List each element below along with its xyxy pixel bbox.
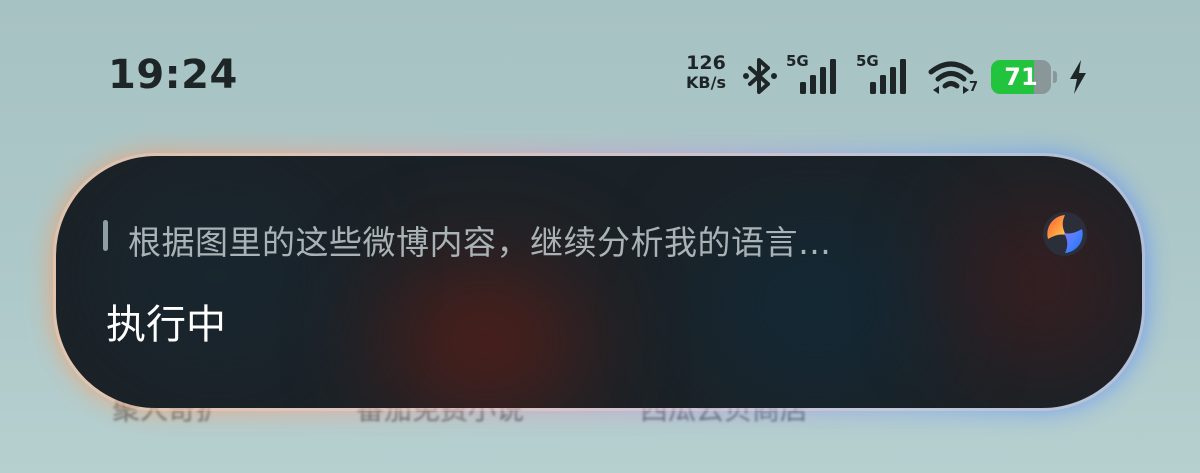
wifi-icon <box>928 61 974 94</box>
card-background-blur <box>386 266 586 408</box>
assistant-query-text[interactable]: 根据图里的这些微博内容，继续分析我的语言… <box>128 216 1018 264</box>
battery-cap <box>1053 71 1057 83</box>
battery-shell: 71 <box>991 60 1051 94</box>
cellular-signal-icon <box>800 59 836 94</box>
battery-percent: 71 <box>1004 63 1038 91</box>
assistant-logo-icon[interactable] <box>1040 209 1090 259</box>
assistant-card[interactable] <box>56 156 1142 408</box>
cellular-signal-icon <box>870 59 906 94</box>
charging-icon <box>1070 60 1086 94</box>
bluetooth-icon <box>743 58 777 94</box>
status-bar: 19:24 126 KB/s 5G 5G 7 71 <box>0 0 1200 120</box>
text-cursor <box>103 220 108 251</box>
network-speed-unit: KB/s <box>686 73 726 92</box>
wifi-standard-label: 7 <box>969 80 979 95</box>
battery-icon: 71 <box>991 60 1057 94</box>
network-speed: 126 KB/s <box>680 53 732 93</box>
assistant-status-text: 执行中 <box>106 302 226 348</box>
clock: 19:24 <box>108 52 238 98</box>
network-speed-value: 126 <box>686 52 726 74</box>
